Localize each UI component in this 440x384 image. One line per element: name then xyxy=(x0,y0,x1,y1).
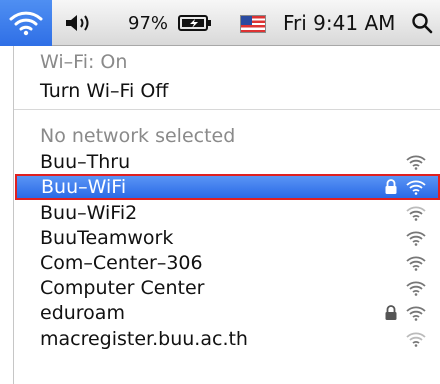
us-flag-input-source-icon[interactable] xyxy=(240,15,266,33)
network-section-header: No network selected xyxy=(40,125,236,147)
menu-bar: 97% Fri 9:41 AM xyxy=(0,0,440,46)
wifi-signal-icon xyxy=(406,332,426,347)
wifi-dropdown-menu: Wi–Fi: On Turn Wi–Fi Off No network sele… xyxy=(13,46,440,384)
wifi-status-menu[interactable] xyxy=(0,0,52,46)
wifi-signal-icon xyxy=(406,281,426,296)
spotlight-search-icon[interactable] xyxy=(411,0,433,46)
wifi-signal-icon xyxy=(406,306,426,321)
speaker-volume-icon xyxy=(66,15,89,31)
battery-charging-icon[interactable] xyxy=(178,13,212,37)
network-item-computer-center[interactable]: Computer Center xyxy=(14,276,440,300)
network-item-buu-thru[interactable]: Buu–Thru xyxy=(14,150,440,174)
wifi-signal-icon xyxy=(406,256,426,271)
lock-icon xyxy=(385,179,397,194)
volume-menu[interactable] xyxy=(64,0,94,46)
menu-separator xyxy=(14,109,440,110)
wifi-signal-icon xyxy=(406,231,426,246)
network-item-macregister[interactable]: macregister.buu.ac.th xyxy=(14,327,440,351)
wifi-icon xyxy=(9,11,43,36)
network-item-buuteamwork[interactable]: BuuTeamwork xyxy=(14,226,440,250)
network-item-buu-wifi2[interactable]: Buu–WiFi2 xyxy=(14,201,440,225)
wifi-status-text: Wi–Fi: On xyxy=(40,51,128,73)
network-item-eduroam[interactable]: eduroam xyxy=(14,301,440,325)
network-item-buu-wifi[interactable]: Buu–WiFi xyxy=(15,174,440,200)
turn-wifi-off-item[interactable]: Turn Wi–Fi Off xyxy=(14,79,440,103)
menubar-clock[interactable]: Fri 9:41 AM xyxy=(283,0,395,46)
wifi-signal-icon xyxy=(406,206,426,221)
lock-icon xyxy=(385,305,397,320)
wifi-signal-icon xyxy=(406,180,426,195)
battery-percentage: 97% xyxy=(128,12,169,34)
network-item-com-center-306[interactable]: Com–Center–306 xyxy=(14,251,440,275)
wifi-signal-icon xyxy=(406,155,426,170)
